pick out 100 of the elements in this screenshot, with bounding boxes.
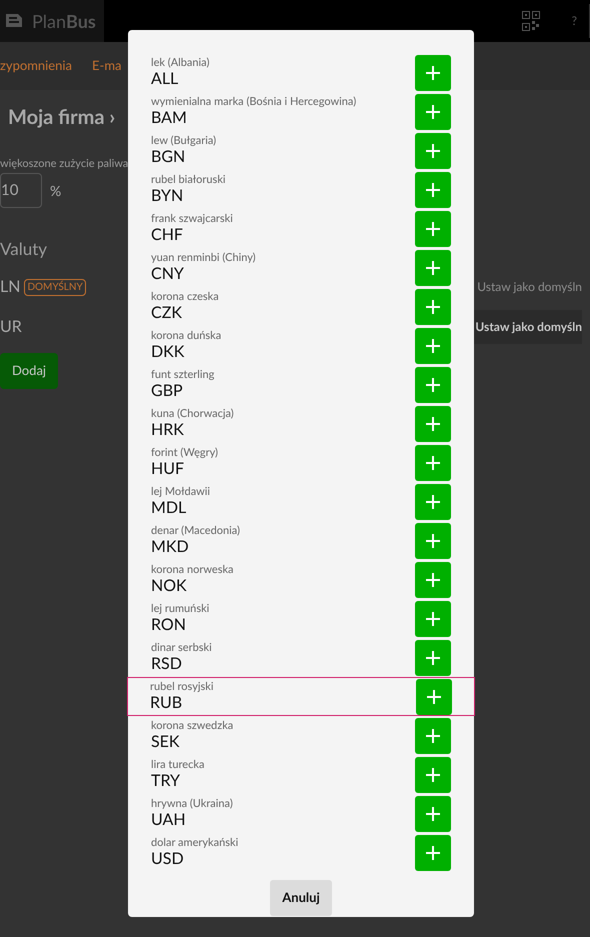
currency-row[interactable]: kuna (Chorwacja) HRK: [128, 404, 474, 443]
default-badge: DOMYŚLNY: [24, 278, 86, 296]
add-currency-button[interactable]: [415, 640, 451, 676]
currency-code: RUB: [150, 693, 184, 714]
add-currency-button[interactable]: [415, 756, 451, 792]
currency-name: hrywna (Ukraina): [151, 796, 233, 810]
plus-icon: [425, 572, 441, 588]
currency-row[interactable]: korona norweska NOK: [128, 560, 474, 599]
plus-icon: [425, 806, 441, 822]
currency-code: CHF: [151, 225, 184, 246]
add-currency-button[interactable]: [415, 718, 451, 754]
add-button[interactable]: Dodaj: [0, 353, 58, 389]
plus-icon: [425, 650, 441, 666]
currency-code: RSD: [151, 654, 183, 674]
add-currency-button[interactable]: [415, 834, 451, 870]
plus-icon: [425, 64, 441, 80]
currency-code: HUF: [151, 459, 186, 480]
currency-code: MKD: [151, 537, 190, 558]
add-currency-button[interactable]: [415, 250, 451, 286]
currency-row[interactable]: lej rumuński RON: [128, 599, 474, 638]
currency-name: funt szterling: [151, 368, 214, 382]
add-currency-button[interactable]: [415, 484, 451, 520]
currency-code: CZK: [151, 303, 183, 324]
plus-icon: [425, 220, 441, 236]
currency-row[interactable]: rubel rosyjski RUB: [127, 677, 475, 716]
add-currency-button[interactable]: [416, 678, 452, 714]
currency-name: lira turecka: [151, 758, 204, 772]
currency-name: korona szwedzka: [151, 718, 234, 732]
plus-icon: [425, 728, 441, 744]
add-currency-button[interactable]: [415, 132, 451, 168]
add-currency-button[interactable]: [415, 54, 451, 90]
plus-icon: [425, 260, 441, 276]
logo-text: PlanBus: [32, 8, 96, 34]
currency-code: DKK: [151, 342, 186, 362]
cancel-button[interactable]: Anuluj: [270, 880, 332, 916]
currency-name: wymienialna marka (Bośnia i Hercegowina): [151, 94, 356, 108]
currency-row[interactable]: denar (Macedonia) MKD: [128, 521, 474, 560]
nav-link[interactable]: E-ma: [92, 56, 122, 76]
add-currency-button[interactable]: [415, 406, 451, 442]
currency-row[interactable]: yuan renminbi (Chiny) CNY: [128, 248, 474, 287]
set-default-button[interactable]: Ustaw jako domyśln: [471, 310, 582, 344]
unit-label: %: [50, 180, 62, 200]
currency-code: TRY: [151, 771, 182, 792]
currency-name: rubel białoruski: [151, 172, 226, 186]
currency-row[interactable]: korona duńska DKK: [128, 326, 474, 365]
currency-row[interactable]: lew (Bułgaria) BGN: [128, 131, 474, 170]
currency-row[interactable]: korona szwedzka SEK: [128, 716, 474, 755]
plus-icon: [425, 532, 441, 548]
currency-code: ALL: [151, 69, 180, 90]
currency-code: HRK: [151, 420, 185, 440]
currency-code: MDL: [151, 498, 188, 518]
currency-name: forint (Węgry): [151, 446, 218, 460]
plus-icon: [426, 688, 442, 704]
currency-row[interactable]: lek (Albania) ALL: [128, 53, 474, 92]
add-currency-button[interactable]: [415, 522, 451, 558]
field-label: więkoszone zużycie paliwa: [0, 156, 128, 172]
currency-row[interactable]: frank szwajcarski CHF: [128, 209, 474, 248]
add-currency-button[interactable]: [415, 796, 451, 832]
currency-row[interactable]: dinar serbski RSD: [128, 638, 474, 677]
section-heading: Valuty: [0, 236, 48, 260]
currency-code: RON: [151, 615, 187, 636]
add-currency-button[interactable]: [415, 94, 451, 130]
qr-code-icon[interactable]: [522, 11, 540, 31]
currency-name: lej Mołdawii: [151, 484, 210, 498]
currency-row[interactable]: lira turecka TRY: [128, 755, 474, 794]
plus-icon: [425, 844, 441, 860]
currency-name: korona norweska: [151, 562, 234, 576]
currency-row[interactable]: funt szterling GBP: [128, 365, 474, 404]
plus-icon: [425, 104, 441, 120]
currency-code: CNY: [151, 264, 185, 284]
add-currency-button[interactable]: [415, 328, 451, 364]
add-currency-button[interactable]: [415, 444, 451, 480]
currency-code: BGN: [151, 147, 186, 168]
add-currency-button[interactable]: [415, 210, 451, 246]
currency-row[interactable]: dolar amerykański USD: [128, 833, 474, 872]
nav-link[interactable]: zypomnienia: [0, 56, 72, 76]
currency-code: SEK: [151, 732, 181, 752]
currency-row[interactable]: rubel białoruski BYN: [128, 170, 474, 209]
plus-icon: [425, 610, 441, 626]
add-currency-button[interactable]: [415, 600, 451, 636]
plus-icon: [425, 416, 441, 432]
add-currency-button[interactable]: [415, 172, 451, 208]
plus-icon: [425, 298, 441, 314]
plus-icon: [425, 766, 441, 782]
currency-row[interactable]: wymienialna marka (Bośnia i Hercegowina) BAM: [128, 92, 474, 131]
plus-icon: [425, 182, 441, 198]
currency-row[interactable]: lej Mołdawii MDL: [128, 482, 474, 521]
currency-row[interactable]: korona czeska CZK: [128, 287, 474, 326]
currency-name: denar (Macedonia): [151, 524, 240, 538]
add-currency-button[interactable]: [415, 366, 451, 402]
add-currency-button[interactable]: [415, 562, 451, 598]
add-currency-button[interactable]: [415, 288, 451, 324]
currency-row[interactable]: forint (Węgry) HUF: [128, 443, 474, 482]
currency-code: NOK: [151, 576, 188, 596]
fuel-input[interactable]: 10: [0, 172, 42, 208]
currency-row[interactable]: hrywna (Ukraina) UAH: [128, 794, 474, 833]
currency-name: kuna (Chorwacja): [151, 406, 234, 420]
currency-code: GBP: [151, 381, 184, 402]
currency-name: lew (Bułgaria): [151, 134, 216, 148]
currency-code: LN: [0, 276, 20, 298]
